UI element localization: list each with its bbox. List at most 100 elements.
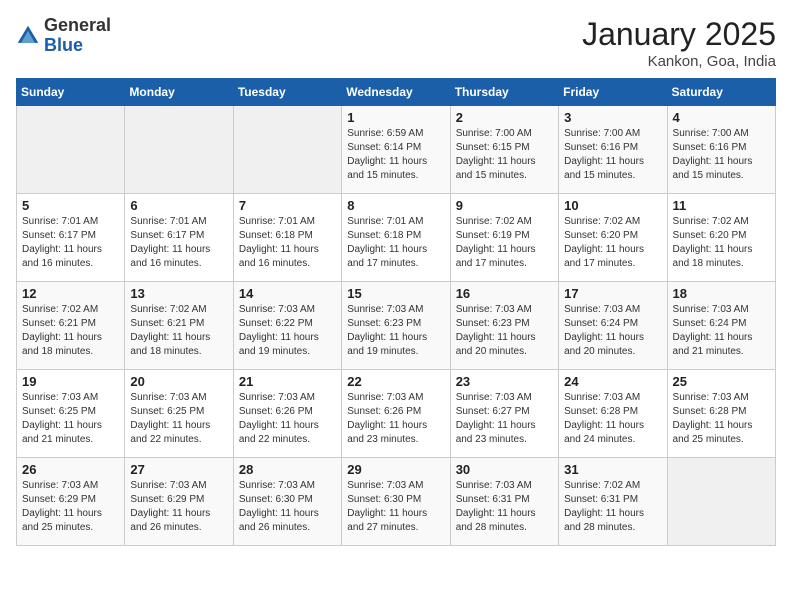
day-number: 20 — [130, 374, 227, 389]
calendar-week-row: 26 Sunrise: 7:03 AMSunset: 6:29 PMDayligh… — [17, 458, 776, 546]
day-info: Sunrise: 7:03 AMSunset: 6:25 PMDaylight:… — [130, 391, 227, 447]
location-subtitle: Kankon, Goa, India — [582, 53, 776, 70]
day-info: Sunrise: 7:03 AMSunset: 6:28 PMDaylight:… — [564, 391, 661, 447]
day-info: Sunrise: 7:03 AMSunset: 6:30 PMDaylight:… — [347, 479, 444, 535]
day-info: Sunrise: 7:02 AMSunset: 6:21 PMDaylight:… — [22, 303, 119, 359]
day-number: 5 — [22, 198, 119, 213]
day-number: 28 — [239, 462, 336, 477]
day-header-saturday: Saturday — [667, 79, 775, 106]
day-info: Sunrise: 7:03 AMSunset: 6:23 PMDaylight:… — [347, 303, 444, 359]
calendar-cell: 8 Sunrise: 7:01 AMSunset: 6:18 PMDaylight… — [342, 194, 450, 282]
calendar-cell: 23Sunrise: 7:03 AMSunset: 6:27 PMDayligh… — [450, 370, 558, 458]
day-number: 27 — [130, 462, 227, 477]
day-info: Sunrise: 7:02 AMSunset: 6:20 PMDaylight:… — [673, 215, 770, 271]
day-number: 9 — [456, 198, 553, 213]
day-number: 24 — [564, 374, 661, 389]
day-number: 30 — [456, 462, 553, 477]
calendar-cell: 13Sunrise: 7:02 AMSunset: 6:21 PMDayligh… — [125, 282, 233, 370]
calendar-cell: 25Sunrise: 7:03 AMSunset: 6:28 PMDayligh… — [667, 370, 775, 458]
day-number: 18 — [673, 286, 770, 301]
day-info: Sunrise: 7:02 AMSunset: 6:19 PMDaylight:… — [456, 215, 553, 271]
calendar-cell: 17Sunrise: 7:03 AMSunset: 6:24 PMDayligh… — [559, 282, 667, 370]
logo-icon — [16, 24, 40, 48]
day-info: Sunrise: 7:02 AMSunset: 6:31 PMDaylight:… — [564, 479, 661, 535]
calendar-cell: 10Sunrise: 7:02 AMSunset: 6:20 PMDayligh… — [559, 194, 667, 282]
day-info: Sunrise: 7:03 AMSunset: 6:26 PMDaylight:… — [239, 391, 336, 447]
day-number: 23 — [456, 374, 553, 389]
logo-general-text: General — [44, 15, 111, 35]
calendar-cell: 4Sunrise: 7:00 AMSunset: 6:16 PMDaylight… — [667, 106, 775, 194]
calendar-week-row: 12Sunrise: 7:02 AMSunset: 6:21 PMDayligh… — [17, 282, 776, 370]
day-info: Sunrise: 7:03 AMSunset: 6:29 PMDaylight:… — [22, 479, 119, 535]
calendar-cell: 16Sunrise: 7:03 AMSunset: 6:23 PMDayligh… — [450, 282, 558, 370]
calendar-cell — [17, 106, 125, 194]
calendar-cell: 27Sunrise: 7:03 AMSunset: 6:29 PMDayligh… — [125, 458, 233, 546]
day-header-tuesday: Tuesday — [233, 79, 341, 106]
calendar-cell: 15 Sunrise: 7:03 AMSunset: 6:23 PMDayligh… — [342, 282, 450, 370]
day-info: Sunrise: 7:03 AMSunset: 6:24 PMDaylight:… — [564, 303, 661, 359]
day-number: 8 — [347, 198, 444, 213]
calendar-cell: 24 Sunrise: 7:03 AMSunset: 6:28 PMDayligh… — [559, 370, 667, 458]
calendar-cell: 1 Sunrise: 6:59 AMSunset: 6:14 PMDaylight… — [342, 106, 450, 194]
calendar-cell: 6 Sunrise: 7:01 AMSunset: 6:17 PMDaylight… — [125, 194, 233, 282]
calendar-cell — [125, 106, 233, 194]
day-number: 22 — [347, 374, 444, 389]
day-info: Sunrise: 7:01 AMSunset: 6:17 PMDaylight:… — [130, 215, 227, 271]
calendar-cell: 2 Sunrise: 7:00 AMSunset: 6:15 PMDaylight… — [450, 106, 558, 194]
day-number: 3 — [564, 110, 661, 125]
month-title: January 2025 — [582, 16, 776, 53]
calendar-cell: 3 Sunrise: 7:00 AMSunset: 6:16 PMDaylight… — [559, 106, 667, 194]
calendar-cell: 29Sunrise: 7:03 AMSunset: 6:30 PMDayligh… — [342, 458, 450, 546]
day-number: 10 — [564, 198, 661, 213]
calendar-cell: 31 Sunrise: 7:02 AMSunset: 6:31 PMDayligh… — [559, 458, 667, 546]
day-number: 15 — [347, 286, 444, 301]
day-info: Sunrise: 7:03 AMSunset: 6:28 PMDaylight:… — [673, 391, 770, 447]
day-info: Sunrise: 7:00 AMSunset: 6:15 PMDaylight:… — [456, 127, 553, 183]
day-info: Sunrise: 7:03 AMSunset: 6:25 PMDaylight:… — [22, 391, 119, 447]
day-info: Sunrise: 7:03 AMSunset: 6:24 PMDaylight:… — [673, 303, 770, 359]
day-header-monday: Monday — [125, 79, 233, 106]
day-info: Sunrise: 7:01 AMSunset: 6:17 PMDaylight:… — [22, 215, 119, 271]
day-header-sunday: Sunday — [17, 79, 125, 106]
logo-blue-text: Blue — [44, 35, 83, 55]
day-number: 31 — [564, 462, 661, 477]
logo: General Blue — [16, 16, 111, 56]
calendar-cell: 30 Sunrise: 7:03 AMSunset: 6:31 PMDayligh… — [450, 458, 558, 546]
day-info: Sunrise: 7:00 AMSunset: 6:16 PMDaylight:… — [564, 127, 661, 183]
calendar-cell: 7Sunrise: 7:01 AMSunset: 6:18 PMDaylight… — [233, 194, 341, 282]
day-number: 16 — [456, 286, 553, 301]
calendar-cell: 20 Sunrise: 7:03 AMSunset: 6:25 PMDayligh… — [125, 370, 233, 458]
calendar-cell: 19 Sunrise: 7:03 AMSunset: 6:25 PMDayligh… — [17, 370, 125, 458]
day-info: Sunrise: 7:01 AMSunset: 6:18 PMDaylight:… — [347, 215, 444, 271]
calendar-cell: 18 Sunrise: 7:03 AMSunset: 6:24 PMDayligh… — [667, 282, 775, 370]
day-info: Sunrise: 7:03 AMSunset: 6:31 PMDaylight:… — [456, 479, 553, 535]
day-number: 7 — [239, 198, 336, 213]
calendar-cell: 26 Sunrise: 7:03 AMSunset: 6:29 PMDayligh… — [17, 458, 125, 546]
day-number: 26 — [22, 462, 119, 477]
calendar-week-row: 1 Sunrise: 6:59 AMSunset: 6:14 PMDaylight… — [17, 106, 776, 194]
calendar-cell — [667, 458, 775, 546]
day-info: Sunrise: 7:00 AMSunset: 6:16 PMDaylight:… — [673, 127, 770, 183]
calendar-cell: 11Sunrise: 7:02 AMSunset: 6:20 PMDayligh… — [667, 194, 775, 282]
day-number: 21 — [239, 374, 336, 389]
calendar-cell: 9 Sunrise: 7:02 AMSunset: 6:19 PMDaylight… — [450, 194, 558, 282]
day-info: Sunrise: 6:59 AMSunset: 6:14 PMDaylight:… — [347, 127, 444, 183]
day-header-friday: Friday — [559, 79, 667, 106]
calendar-table: SundayMondayTuesdayWednesdayThursdayFrid… — [16, 78, 776, 546]
day-header-wednesday: Wednesday — [342, 79, 450, 106]
day-header-thursday: Thursday — [450, 79, 558, 106]
title-block: January 2025 Kankon, Goa, India — [582, 16, 776, 70]
day-number: 6 — [130, 198, 227, 213]
day-info: Sunrise: 7:03 AMSunset: 6:22 PMDaylight:… — [239, 303, 336, 359]
calendar-cell: 21 Sunrise: 7:03 AMSunset: 6:26 PMDayligh… — [233, 370, 341, 458]
calendar-cell: 22Sunrise: 7:03 AMSunset: 6:26 PMDayligh… — [342, 370, 450, 458]
page-header: General Blue January 2025 Kankon, Goa, I… — [16, 16, 776, 70]
calendar-cell: 12Sunrise: 7:02 AMSunset: 6:21 PMDayligh… — [17, 282, 125, 370]
calendar-cell — [233, 106, 341, 194]
day-number: 1 — [347, 110, 444, 125]
calendar-week-row: 19 Sunrise: 7:03 AMSunset: 6:25 PMDayligh… — [17, 370, 776, 458]
day-number: 19 — [22, 374, 119, 389]
day-info: Sunrise: 7:03 AMSunset: 6:30 PMDaylight:… — [239, 479, 336, 535]
calendar-cell: 14Sunrise: 7:03 AMSunset: 6:22 PMDayligh… — [233, 282, 341, 370]
day-number: 2 — [456, 110, 553, 125]
